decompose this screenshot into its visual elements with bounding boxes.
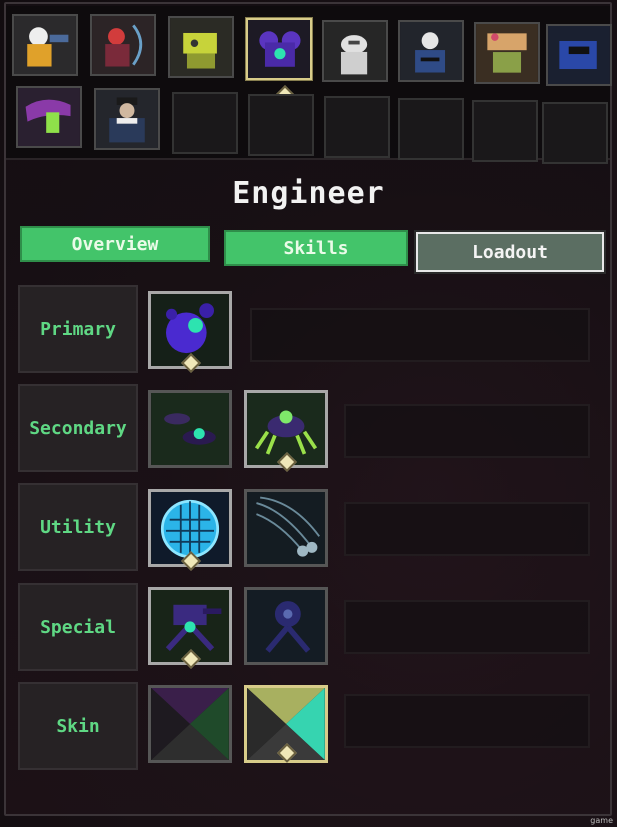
artificer-portrait-icon [324, 22, 386, 80]
empty-survivor-slot [398, 98, 464, 160]
empty-survivor-slot [472, 100, 538, 162]
empty-skill-slot [344, 600, 590, 654]
engineer-portrait-icon [248, 20, 310, 78]
character-name: Engineer [232, 176, 385, 211]
tr58-carbonizer-turret-icon [247, 590, 325, 662]
pressure-mines-icon [151, 393, 229, 465]
skill-pressure-mines[interactable] [148, 390, 232, 468]
tab-overview[interactable]: Overview [20, 226, 210, 262]
tab-skills[interactable]: Skills [224, 230, 408, 266]
empty-survivor-slot [172, 92, 238, 154]
watermark: game [590, 816, 613, 825]
survivor-loader[interactable] [546, 24, 612, 86]
loadout-row-label-primary: Primary [18, 285, 138, 373]
loadout-row-label-secondary: Secondary [18, 384, 138, 472]
skill-tr58-carbonizer-turret[interactable] [244, 587, 328, 665]
captain-portrait-icon [96, 90, 158, 148]
acrid-portrait-icon [18, 88, 80, 146]
default-skin-icon [151, 688, 229, 760]
rex-portrait-icon [476, 24, 538, 82]
empty-skill-slot [344, 502, 590, 556]
loader-portrait-icon [548, 26, 610, 84]
empty-survivor-slot [248, 94, 314, 156]
mercenary-portrait-icon [400, 22, 462, 80]
survivor-rex[interactable] [474, 22, 540, 84]
empty-skill-slot [250, 308, 590, 362]
skill-thermal-harpoons[interactable] [244, 489, 328, 567]
loadout-row-label-skin: Skin [18, 682, 138, 770]
survivor-roster [6, 6, 612, 164]
loadout-row-label-utility: Utility [18, 483, 138, 571]
survivor-commando[interactable] [12, 14, 78, 76]
tab-loadout[interactable]: Loadout [414, 230, 606, 274]
commando-portrait-icon [14, 16, 76, 74]
skin-default[interactable] [148, 685, 232, 763]
survivor-engineer[interactable] [246, 18, 312, 80]
empty-skill-slot [344, 694, 590, 748]
survivor-huntress[interactable] [90, 14, 156, 76]
empty-survivor-slot [542, 102, 608, 164]
empty-survivor-slot [324, 96, 390, 158]
huntress-portrait-icon [92, 16, 154, 74]
survivor-acrid[interactable] [16, 86, 82, 148]
survivor-captain[interactable] [94, 88, 160, 150]
survivor-mult[interactable] [168, 16, 234, 78]
loadout-row-label-special: Special [18, 583, 138, 671]
thermal-harpoons-icon [247, 492, 325, 564]
survivor-artificer[interactable] [322, 20, 388, 82]
empty-skill-slot [344, 404, 590, 458]
survivor-mercenary[interactable] [398, 20, 464, 82]
mult-portrait-icon [170, 18, 232, 76]
